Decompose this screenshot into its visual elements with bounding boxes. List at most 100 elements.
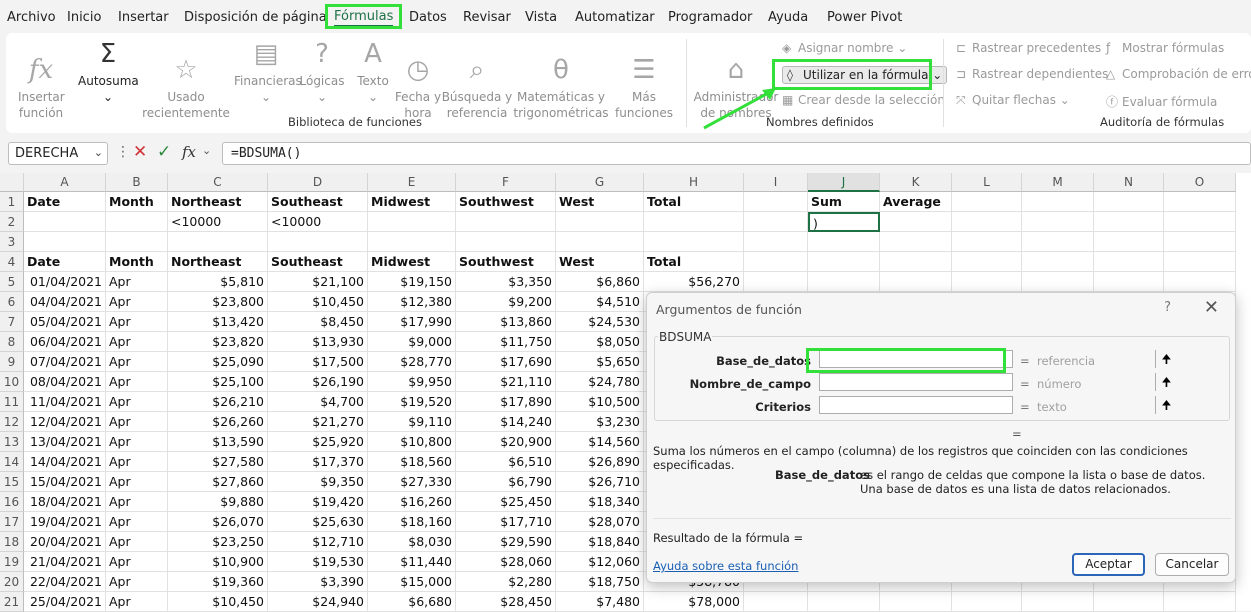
column-header-m[interactable]: M — [1022, 173, 1094, 192]
cell[interactable]: 07/04/2021 — [24, 352, 106, 372]
cell[interactable]: $6,510 — [456, 452, 556, 472]
cell[interactable]: $17,370 — [268, 452, 368, 472]
column-header-g[interactable]: G — [556, 173, 644, 192]
cell[interactable]: Apr — [106, 512, 168, 532]
cell[interactable]: $21,100 — [268, 272, 368, 292]
datetime-button[interactable]: ◷ Fecha y hora — [393, 39, 443, 121]
column-header-e[interactable]: E — [368, 173, 456, 192]
cell[interactable] — [556, 212, 644, 232]
cell[interactable]: $12,710 — [268, 532, 368, 552]
cell[interactable]: 06/04/2021 — [24, 332, 106, 352]
cell[interactable]: 05/04/2021 — [24, 312, 106, 332]
cell[interactable] — [1094, 232, 1164, 252]
row-header[interactable]: 11 — [0, 392, 24, 412]
row-header[interactable]: 17 — [0, 512, 24, 532]
cell[interactable]: $25,090 — [168, 352, 268, 372]
column-header-h[interactable]: H — [644, 173, 744, 192]
menu-archivo[interactable]: Archivo — [7, 10, 56, 25]
help-icon[interactable]: ? — [1164, 300, 1171, 315]
cell[interactable] — [808, 592, 880, 612]
cell[interactable]: $3,390 — [268, 572, 368, 592]
cell[interactable] — [1022, 272, 1094, 292]
cell[interactable]: $18,340 — [556, 492, 644, 512]
menu-ayuda[interactable]: Ayuda — [768, 10, 808, 25]
cell[interactable]: $12,060 — [556, 552, 644, 572]
formula-input[interactable]: =BDSUMA() — [222, 142, 1251, 165]
cell[interactable]: $9,880 — [168, 492, 268, 512]
financial-button[interactable]: ▤ Financieras ⌄ — [234, 39, 302, 105]
select-all-corner[interactable] — [0, 173, 24, 192]
cell[interactable]: 18/04/2021 — [24, 492, 106, 512]
cell[interactable] — [880, 592, 952, 612]
cell[interactable]: $7,480 — [556, 592, 644, 612]
row-header[interactable]: 8 — [0, 332, 24, 352]
row-header[interactable]: 12 — [0, 412, 24, 432]
cell[interactable]: 11/04/2021 — [24, 392, 106, 412]
cell[interactable] — [880, 212, 952, 232]
cell[interactable] — [268, 232, 368, 252]
cell[interactable]: ) — [808, 212, 880, 232]
cell[interactable] — [368, 232, 456, 252]
evaluate-formula-button[interactable]: ⓕ Evaluar fórmula — [1106, 93, 1217, 110]
collapse-dialog-icon[interactable]: 🠉 — [1155, 373, 1177, 391]
cell[interactable]: <10000 — [168, 212, 268, 232]
cell[interactable]: $10,900 — [168, 552, 268, 572]
cell[interactable] — [744, 192, 808, 212]
row-header[interactable]: 21 — [0, 592, 24, 612]
cell[interactable]: $19,530 — [268, 552, 368, 572]
row-header[interactable]: 7 — [0, 312, 24, 332]
cell[interactable]: $15,000 — [368, 572, 456, 592]
cell[interactable]: Apr — [106, 592, 168, 612]
cell[interactable]: $26,190 — [268, 372, 368, 392]
create-from-selection-button[interactable]: ▦ Crear desde la selección — [782, 93, 945, 107]
menu-disposicion[interactable]: Disposición de página — [184, 10, 327, 25]
assign-name-button[interactable]: ◈ Asignar nombre ⌄ — [782, 41, 907, 55]
cell[interactable]: $21,110 — [456, 372, 556, 392]
cell[interactable]: Average — [880, 192, 952, 212]
cell[interactable] — [744, 272, 808, 292]
cell[interactable]: $27,330 — [368, 472, 456, 492]
menu-power-pivot[interactable]: Power Pivot — [827, 10, 902, 25]
close-icon[interactable]: ✕ — [1204, 297, 1219, 318]
cell[interactable] — [368, 212, 456, 232]
cell[interactable]: $14,240 — [456, 412, 556, 432]
cell[interactable]: $17,690 — [456, 352, 556, 372]
cell[interactable] — [1022, 592, 1094, 612]
cell[interactable]: $25,450 — [456, 492, 556, 512]
remove-arrows-button[interactable]: ⤧ Quitar flechas ⌄ — [956, 93, 1070, 108]
cell[interactable]: $8,030 — [368, 532, 456, 552]
row-header[interactable]: 20 — [0, 572, 24, 592]
cell[interactable]: $6,790 — [456, 472, 556, 492]
column-header-j[interactable]: J — [808, 173, 880, 192]
cell[interactable]: $20,900 — [456, 432, 556, 452]
cell[interactable] — [24, 212, 106, 232]
cancel-button[interactable]: Cancelar — [1155, 553, 1229, 576]
row-header[interactable]: 5 — [0, 272, 24, 292]
cell[interactable]: $13,930 — [268, 332, 368, 352]
cell[interactable]: $26,070 — [168, 512, 268, 532]
cell[interactable] — [1094, 252, 1164, 272]
cell[interactable] — [556, 232, 644, 252]
cell[interactable] — [1022, 192, 1094, 212]
cell[interactable]: $25,630 — [268, 512, 368, 532]
cell[interactable]: Apr — [106, 552, 168, 572]
cell[interactable]: $18,840 — [556, 532, 644, 552]
cell[interactable]: Date — [24, 192, 106, 212]
cell[interactable]: $4,700 — [268, 392, 368, 412]
cell[interactable]: $27,860 — [168, 472, 268, 492]
cell[interactable]: $26,710 — [556, 472, 644, 492]
autosum-button[interactable]: Σ Autosuma ⌄ — [78, 39, 139, 105]
cell[interactable]: 13/04/2021 — [24, 432, 106, 452]
help-link[interactable]: Ayuda sobre esta función — [653, 559, 798, 573]
cell[interactable]: $18,750 — [556, 572, 644, 592]
cell[interactable]: $9,950 — [368, 372, 456, 392]
row-header[interactable]: 9 — [0, 352, 24, 372]
recent-functions-button[interactable]: ☆ Usado recientemente — [140, 39, 232, 121]
insert-function-icon[interactable]: fx — [182, 143, 196, 161]
cell[interactable] — [880, 252, 952, 272]
cell[interactable]: Apr — [106, 312, 168, 332]
cell[interactable]: Apr — [106, 372, 168, 392]
cell[interactable] — [168, 232, 268, 252]
column-header-f[interactable]: F — [456, 173, 556, 192]
cell[interactable]: $26,260 — [168, 412, 268, 432]
